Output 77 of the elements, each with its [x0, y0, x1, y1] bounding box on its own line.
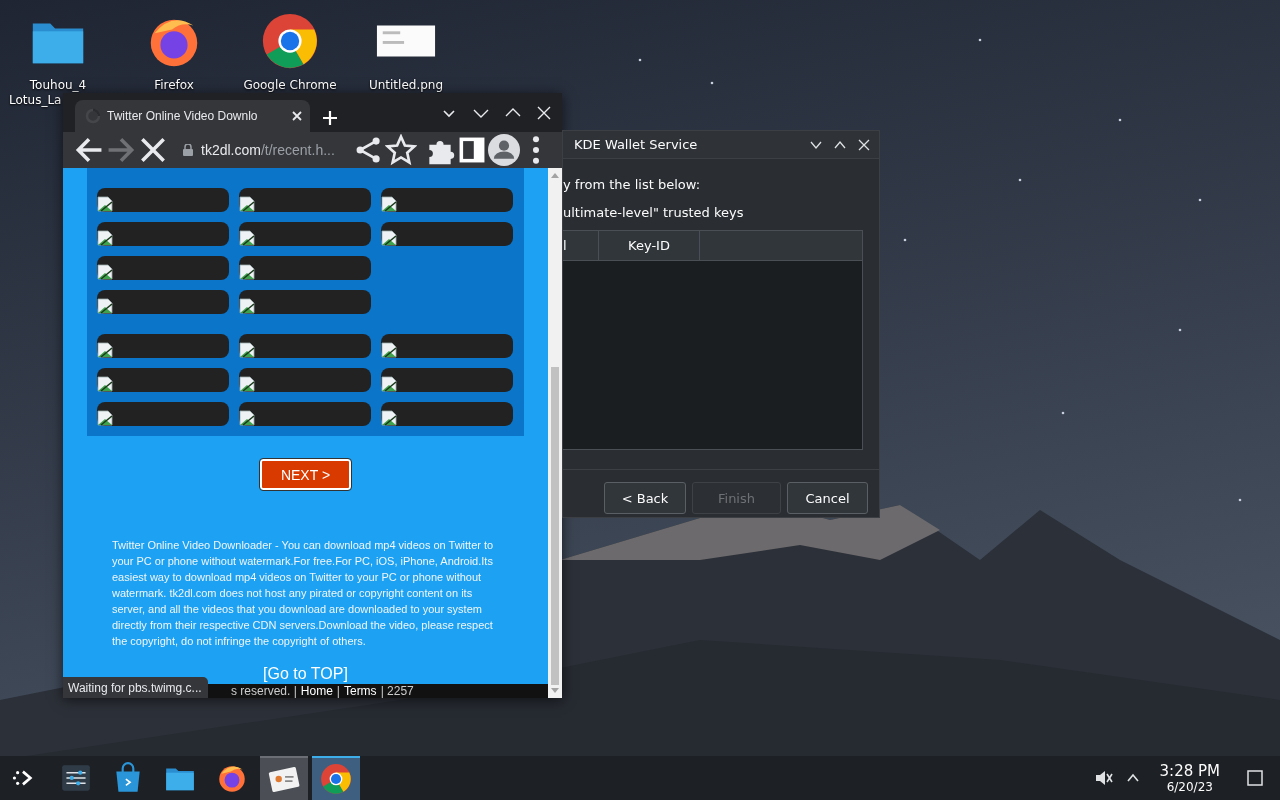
- video-link[interactable]: [97, 290, 229, 314]
- icon-label: Lotus_La: [9, 93, 62, 108]
- colored-circle-icon: [319, 762, 353, 796]
- close-icon[interactable]: [857, 137, 871, 152]
- video-link[interactable]: [97, 222, 229, 246]
- broken-image-icon: [239, 342, 255, 358]
- video-link[interactable]: [97, 402, 229, 426]
- broken-image-icon: [239, 264, 255, 280]
- broken-image-icon: [97, 376, 113, 392]
- footer-text: |: [336, 684, 340, 698]
- browser-tab[interactable]: Twitter Online Video Downlo: [75, 100, 310, 132]
- scrollbar-thumb[interactable]: [551, 367, 559, 685]
- footer-link[interactable]: Home: [300, 684, 333, 698]
- video-link[interactable]: [97, 334, 229, 358]
- clock-date[interactable]: 6/20/23: [1166, 780, 1213, 794]
- broken-image-icon: [239, 230, 255, 246]
- broken-image-icon: [97, 230, 113, 246]
- next-button[interactable]: NEXT >: [260, 459, 351, 490]
- broken-image-icon: [381, 230, 397, 246]
- broken-image-icon: [381, 410, 397, 426]
- video-link[interactable]: [239, 188, 371, 212]
- footer-text: | 2257: [380, 684, 414, 698]
- profile-icon[interactable]: [488, 134, 520, 166]
- star-icon[interactable]: [385, 134, 418, 166]
- video-link[interactable]: [381, 368, 513, 392]
- muted-speaker-icon[interactable]: [1093, 768, 1114, 788]
- video-link[interactable]: [239, 368, 371, 392]
- broken-image-icon: [381, 196, 397, 212]
- taskbar-item[interactable]: [260, 756, 308, 800]
- video-link[interactable]: [97, 368, 229, 392]
- footer-link[interactable]: Terms: [343, 684, 377, 698]
- footer-text: s reserved. |: [231, 684, 297, 698]
- broken-image-icon: [239, 196, 255, 212]
- icon-label: Touhou_4: [29, 78, 87, 93]
- new-tab-icon[interactable]: [322, 110, 338, 126]
- scrollbar[interactable]: [548, 168, 562, 698]
- description-text: Twitter Online Video Downloader - You can download mp4 videos on Twitter to your PC or phone without watermark.For free.For PC, iOS, iPhone, Android.Its easiest way to download mp4 videos on Twitter to your PC or phone without watermark. tk2dl.com does not host any pirated or copyright content on its server, and all the videos that you download are downloaded to your system directly from their respective CDN servers.Download the video, please respect the copyright, do not infringe the copyright of others.: [112, 538, 495, 649]
- video-link[interactable]: [239, 256, 371, 280]
- icon-label: Untitled.png: [368, 78, 444, 93]
- tab-title: Twitter Online Video Downlo: [107, 109, 259, 123]
- dialog-button: Finish: [692, 482, 781, 514]
- show-desktop-icon[interactable]: [1246, 769, 1264, 787]
- broken-image-icon: [239, 376, 255, 392]
- dialog-button[interactable]: Cancel: [787, 482, 868, 514]
- clock-time[interactable]: 3:28 PM: [1159, 762, 1220, 780]
- broken-image-icon: [239, 410, 255, 426]
- key-list[interactable]: l Key-ID: [563, 230, 863, 450]
- column-header[interactable]: l: [563, 231, 599, 260]
- broken-image-icon: [97, 196, 113, 212]
- video-link[interactable]: [239, 334, 371, 358]
- column-header[interactable]: Key-ID: [599, 231, 700, 260]
- broken-image-icon: [97, 410, 113, 426]
- video-link[interactable]: [381, 222, 513, 246]
- dialog-button[interactable]: < Back: [604, 482, 686, 514]
- video-link[interactable]: [97, 188, 229, 212]
- video-link[interactable]: [381, 188, 513, 212]
- close-icon[interactable]: [290, 109, 304, 123]
- window-title: KDE Wallet Service: [574, 137, 699, 152]
- broken-image-icon: [97, 342, 113, 358]
- close-icon[interactable]: [536, 104, 552, 121]
- broken-image-icon: [381, 376, 397, 392]
- video-link[interactable]: [239, 290, 371, 314]
- broken-image-icon: [97, 264, 113, 280]
- icon-label: Google Chrome: [243, 78, 337, 93]
- instruction-text: ultimate-level" trusted keys: [563, 205, 745, 221]
- status-bubble: Waiting for pbs.twimg.c...: [63, 677, 208, 698]
- video-link[interactable]: [381, 402, 513, 426]
- lock-icon: [183, 144, 193, 156]
- instruction-text: y from the list below:: [563, 177, 702, 193]
- broken-image-icon: [239, 298, 255, 314]
- broken-image-icon: [381, 342, 397, 358]
- video-link[interactable]: [239, 222, 371, 246]
- video-link[interactable]: [239, 402, 371, 426]
- video-link[interactable]: [97, 256, 229, 280]
- icon-label: Firefox: [154, 78, 194, 93]
- video-link[interactable]: [381, 334, 513, 358]
- broken-image-icon: [97, 298, 113, 314]
